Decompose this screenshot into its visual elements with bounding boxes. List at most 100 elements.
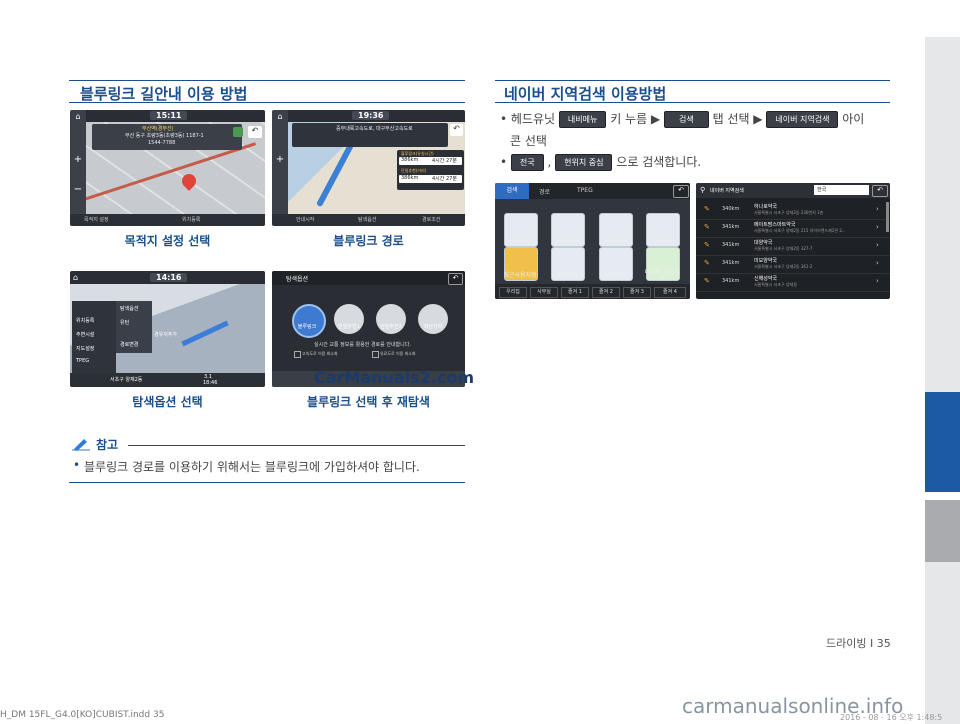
chevron-right-icon[interactable]: › <box>876 205 879 213</box>
back-icon[interactable]: ↶ <box>450 124 463 136</box>
menu-item-tpeg[interactable]: TPEG <box>76 358 89 364</box>
menu-item-add-waypoint[interactable]: 경유지추가 <box>154 331 177 338</box>
tab-search[interactable]: 검색 <box>495 183 529 199</box>
call-icon[interactable] <box>233 127 243 137</box>
instruction-text-press: 키 누름 ▶ <box>610 112 661 126</box>
page-number: 드라이빙 I 35 <box>826 637 891 650</box>
file-info: H_DM 15FL_G4.0[KO]CUBIST.indd 35 <box>0 710 165 720</box>
instruction-text-select: 탭 선택 ▶ <box>712 112 763 126</box>
start-guidance-button[interactable]: 안내시작 <box>296 216 314 223</box>
menu-item-change-route[interactable]: 경로변경 <box>120 341 138 348</box>
register-location-button[interactable]: 위치등록 <box>182 216 200 223</box>
checkbox-toll[interactable] <box>372 351 379 358</box>
label-previous-map: 이전지도 <box>603 272 627 279</box>
naver-search-key: 네이버 지역검색 <box>766 111 839 128</box>
clock-display: 19:36 <box>352 111 390 120</box>
navi-menu-key: 내비메뉴 <box>558 111 607 128</box>
arrival-time: 18:46 <box>203 380 218 386</box>
screenshot-naver-results: ⚲ 네이버 지역검색 한국 ↶ ✎ 340km 하나로약국 서울특별시 서초구 … <box>696 183 890 299</box>
bullet: • <box>500 112 508 126</box>
route-b-distance: 386km <box>401 175 419 181</box>
shortcut-home[interactable]: 우리집 <box>499 287 527 298</box>
list-scrollbar[interactable] <box>886 202 889 232</box>
result-row[interactable]: ✎ 341km 신해성약국 서울특별시 서초구 양재동 › <box>696 274 890 292</box>
label-facility-search: 시설검색 <box>603 239 627 246</box>
instruction-line-3: • 전국 , 현위치 중심 으로 검색합니다. <box>500 153 701 171</box>
route-condition-button[interactable]: 경로조건 <box>422 216 440 223</box>
option-bluelink-button[interactable] <box>292 304 326 338</box>
label-saved-places: 등록지점 <box>555 272 579 279</box>
menu-item-uturn[interactable]: 유턴 <box>120 319 129 326</box>
nationwide-key: 전국 <box>510 154 544 171</box>
shortcut-fav4[interactable]: 즐겨 4 <box>654 287 686 298</box>
current-location-key: 현위치 중심 <box>555 154 613 171</box>
screenshot-search-option-menu: ⌂ 14:16 위치등록 주변시설 지도설정 TPEG 탐색옵션 유턴 경유지추… <box>70 271 265 387</box>
tab-route[interactable]: 경로 <box>539 187 550 196</box>
checkbox-highway[interactable] <box>294 351 301 358</box>
poi-name: 부산역(경부선) <box>142 126 174 132</box>
chevron-right-icon[interactable]: › <box>876 277 879 285</box>
shortcut-office[interactable]: 사무실 <box>530 287 558 298</box>
back-icon[interactable]: ↶ <box>872 185 888 197</box>
result-address: 서울특별시 서초구 양재2동 215 하이브랜드제2관 2... <box>754 228 846 233</box>
result-row[interactable]: ✎ 341km 메이트팜스마트약국 서울특별시 서초구 양재2동 215 하이브… <box>696 220 890 238</box>
comma-text: , <box>547 155 552 169</box>
result-address: 서울특별시 서초구 양재2동 361-2 <box>754 264 813 269</box>
menu-item-map-settings[interactable]: 지도설정 <box>76 345 94 352</box>
left-title-rule-bottom <box>69 102 465 103</box>
back-icon[interactable]: ↶ <box>248 126 262 138</box>
zoom-in-button[interactable]: + <box>273 154 287 165</box>
route-b-label: 단일추천(거리) <box>401 168 427 173</box>
side-tab-active <box>925 392 960 492</box>
search-option-button[interactable]: 탐색옵션 <box>358 216 376 223</box>
set-destination-button[interactable]: 목적지 설정 <box>84 216 109 223</box>
chevron-right-icon[interactable]: › <box>876 223 879 231</box>
home-button[interactable]: ⌂ <box>273 112 287 122</box>
chevron-right-icon[interactable]: › <box>876 241 879 249</box>
zoom-out-button[interactable]: − <box>71 184 85 195</box>
option-label-single1: 단일추천1 <box>338 324 360 330</box>
result-address: 서울특별시 서초구 양재2동 327-7 <box>754 246 813 251</box>
chevron-right-icon[interactable]: › <box>876 259 879 267</box>
label-naver-local-search: 네이버 지역검색 <box>644 269 680 282</box>
option-label-single2: 단일추천2 <box>380 324 402 330</box>
caption-route: 블루링크 경로 <box>333 234 404 248</box>
back-icon[interactable]: ↶ <box>448 273 463 285</box>
shortcut-fav3[interactable]: 즐겨 3 <box>623 287 651 298</box>
result-row[interactable]: ✎ 341km 대양약국 서울특별시 서초구 양재2동 327-7 › <box>696 238 890 256</box>
tab-tpeg[interactable]: TPEG <box>577 187 593 194</box>
header-title: 네이버 지역검색 <box>710 188 744 194</box>
region-select[interactable]: 한국 <box>814 185 869 195</box>
watermark-text: CarManuals2.com <box>314 368 475 387</box>
clock-display: 14:16 <box>150 273 188 282</box>
result-name: 미모양약국 <box>754 258 778 264</box>
result-row[interactable]: ✎ 340km 하나로약국 서울특별시 서초구 양재2동 230번지 1층 › <box>696 202 890 220</box>
result-distance: 341km <box>722 242 740 248</box>
zoom-in-button[interactable]: + <box>71 154 85 165</box>
left-title-rule-top <box>69 80 465 81</box>
instruction-line-1: • 헤드유닛 내비메뉴 키 누름 ▶ 검색 탭 선택 ▶ 네이버 지역검색 아이 <box>500 110 864 128</box>
back-icon[interactable]: ↶ <box>673 185 689 198</box>
checkbox-highway-label: 고속도로 이용 최소화 <box>302 351 338 356</box>
label-address-search: 주소검색 <box>555 239 579 246</box>
shortcut-fav1[interactable]: 즐겨 1 <box>561 287 589 298</box>
option-label-bluelink: 블루링크 <box>297 324 317 330</box>
instruction-text-search: 으로 검색합니다. <box>616 155 702 169</box>
home-button[interactable]: ⌂ <box>71 112 85 122</box>
caption-bluelink-reroute: 블루링크 선택 후 재탐색 <box>307 395 430 409</box>
current-address: 서초구 양재2동 <box>110 377 143 383</box>
result-row[interactable]: ✎ 341km 미모양약국 서울특별시 서초구 양재2동 361-2 › <box>696 256 890 274</box>
result-distance: 340km <box>722 206 740 212</box>
poi-phone: 1544-7788 <box>148 140 176 146</box>
home-button[interactable]: ⌂ <box>73 273 85 282</box>
search-tab-key: 검색 <box>664 111 709 128</box>
result-name: 하나로약국 <box>754 204 778 210</box>
menu-item-register[interactable]: 위치등록 <box>76 317 94 324</box>
menu-item-nearby[interactable]: 주변시설 <box>76 331 94 338</box>
right-section-title: 네이버 지역검색 이용방법 <box>504 85 667 103</box>
option-info-text: 실시간 교통 정보를 활용한 경로를 안내합니다. <box>314 342 411 348</box>
shortcut-fav2[interactable]: 즐겨 2 <box>592 287 620 298</box>
left-section-title: 블루링크 길안내 이용 방법 <box>80 85 248 103</box>
menu-item-search-option[interactable]: 탐색옵션 <box>120 305 138 312</box>
right-title-rule-top <box>495 80 890 81</box>
